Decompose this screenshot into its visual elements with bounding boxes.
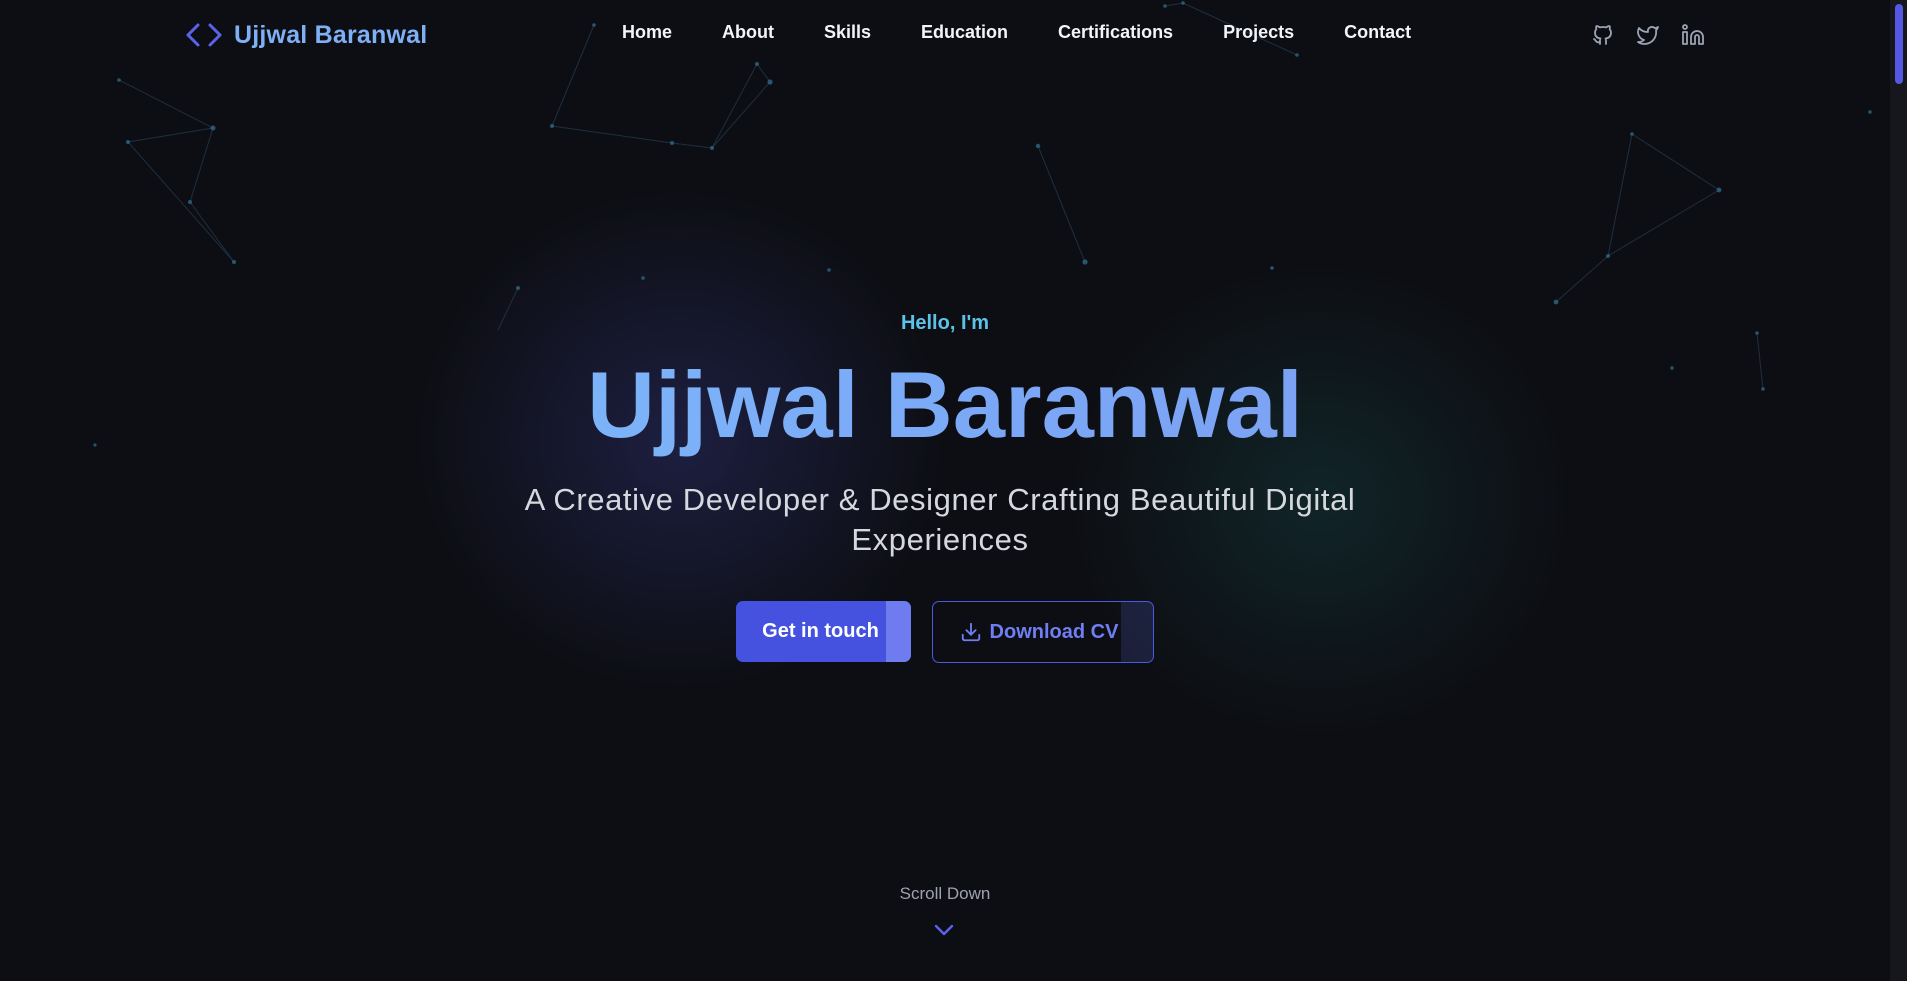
scroll-down-label: Scroll Down xyxy=(899,884,991,903)
chevron-down-icon[interactable] xyxy=(930,920,958,940)
button-shine xyxy=(1121,602,1153,662)
hero-name: Ujjwal Baranwal xyxy=(0,350,1890,460)
hero-greeting: Hello, I'm xyxy=(900,312,990,334)
get-in-touch-label: Get in touch xyxy=(762,620,879,642)
page-scrollbar[interactable] xyxy=(1890,0,1907,981)
hero-tagline: A Creative Developer & Designer Crafting… xyxy=(524,482,1356,557)
scrollbar-thumb[interactable] xyxy=(1895,4,1903,84)
portfolio-page: Ujjwal Baranwal Home About Skills Educat… xyxy=(0,0,1907,981)
download-cv-button[interactable]: Download CV xyxy=(932,601,1154,663)
get-in-touch-button[interactable]: Get in touch xyxy=(736,601,911,662)
download-cv-label: Download CV xyxy=(989,620,1119,643)
download-icon xyxy=(961,622,980,642)
button-shine xyxy=(886,601,911,662)
hero-section: Hello, I'm Ujjwal Baranwal A Creative De… xyxy=(0,0,1890,981)
